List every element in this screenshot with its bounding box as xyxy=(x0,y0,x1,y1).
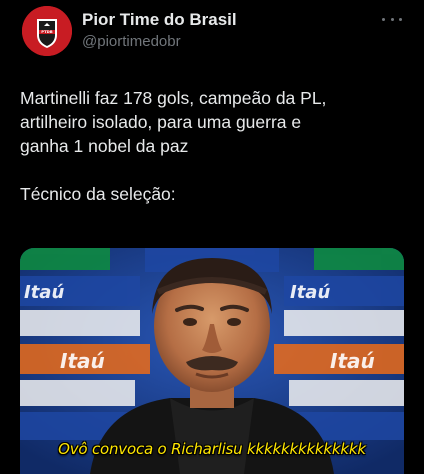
avatar[interactable]: PTDB xyxy=(22,6,72,56)
backdrop-logo: Itaú xyxy=(290,282,330,303)
video-caption: Ovô convoca o Richarlisu kkkkkkkkkkkkkk xyxy=(58,440,366,458)
backdrop-logo: Itaú xyxy=(24,282,64,303)
display-name[interactable]: Pior Time do Brasil xyxy=(82,10,237,30)
avatar-text: PTDB xyxy=(41,29,53,34)
tweet-text: Martinelli faz 178 gols, campeão da PL, … xyxy=(20,88,327,204)
dot xyxy=(390,17,394,21)
dot xyxy=(382,17,385,21)
user-handle[interactable]: @piortimedobr xyxy=(82,32,237,52)
team-crest-icon: PTDB xyxy=(22,6,72,56)
tweet-media[interactable]: Itaú Itaú Itaú Itaú Ovô convoca o Richar… xyxy=(20,248,404,474)
backdrop-logo: Itaú xyxy=(330,349,375,373)
backdrop-logo: Itaú xyxy=(60,349,105,373)
author-names: Pior Time do Brasil @piortimedobr xyxy=(82,10,237,52)
more-dots-icon[interactable] xyxy=(382,12,402,26)
tweet-header: PTDB Pior Time do Brasil @piortimedobr xyxy=(20,6,404,58)
tweet-card: PTDB Pior Time do Brasil @piortimedobr M… xyxy=(0,0,424,474)
dot xyxy=(399,17,402,21)
